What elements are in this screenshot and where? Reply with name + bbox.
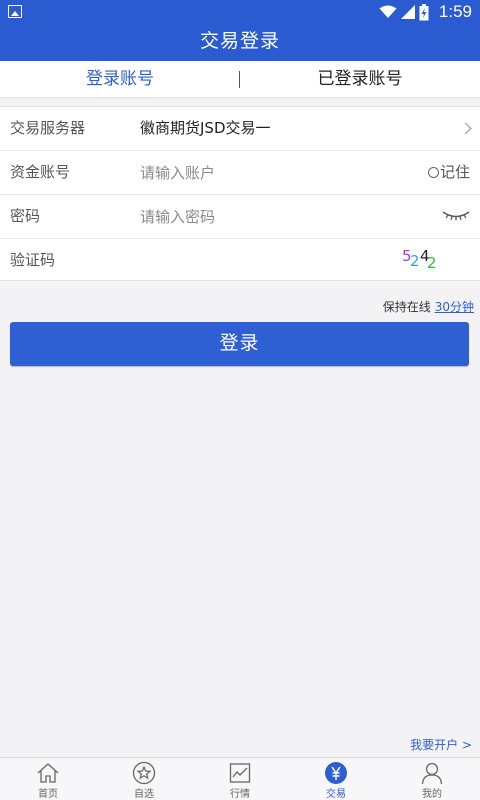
- nav-label-market: 行情: [230, 789, 250, 800]
- page-title: 交易登录: [0, 24, 480, 61]
- captcha-input[interactable]: [140, 248, 380, 274]
- server-row[interactable]: 交易服务器 徽商期货JSD交易一: [0, 107, 480, 151]
- captcha-label: 验证码: [10, 251, 56, 269]
- status-indicators: 1:59: [379, 2, 472, 22]
- captcha-digit: 2: [410, 252, 420, 270]
- signal-icon: [400, 5, 415, 19]
- nav-item-trade[interactable]: 交易: [288, 758, 384, 800]
- keep-online: 保持在线 30分钟: [383, 298, 474, 315]
- tab-login-account[interactable]: 登录账号: [0, 61, 240, 98]
- account-tabs: 登录账号 已登录账号: [0, 61, 480, 98]
- password-row: 密码: [0, 195, 480, 239]
- account-row: 资金账号 记住: [0, 151, 480, 195]
- account-label: 资金账号: [10, 163, 71, 181]
- server-label: 交易服务器: [10, 119, 86, 137]
- account-input[interactable]: [140, 160, 390, 186]
- status-bar: 1:59: [0, 0, 480, 24]
- eye-closed-icon[interactable]: [442, 210, 470, 222]
- wifi-icon: [379, 5, 397, 18]
- star-icon: [132, 761, 156, 785]
- login-button[interactable]: 登录: [10, 322, 469, 366]
- tab-logged-in-accounts[interactable]: 已登录账号: [240, 61, 480, 98]
- remember-account-toggle[interactable]: 记住: [427, 151, 470, 194]
- yen-icon: [325, 762, 347, 784]
- open-account-link[interactable]: 我要开户 >: [410, 736, 472, 753]
- chevron-right-icon: [464, 122, 472, 135]
- user-icon: [421, 762, 443, 785]
- gallery-notification-icon: [8, 5, 22, 18]
- nav-label-home: 首页: [38, 789, 58, 800]
- chart-icon: [229, 763, 251, 783]
- captcha-image[interactable]: 5 2 4 2: [402, 245, 442, 275]
- nav-item-me[interactable]: 我的: [384, 758, 480, 800]
- server-value: 徽商期货JSD交易一: [140, 119, 271, 137]
- nav-item-watchlist[interactable]: 自选: [96, 758, 192, 800]
- nav-label-watchlist: 自选: [134, 789, 154, 800]
- keep-online-duration-link[interactable]: 30分钟: [435, 300, 474, 314]
- nav-label-trade: 交易: [326, 789, 346, 800]
- nav-item-home[interactable]: 首页: [0, 758, 96, 800]
- password-label: 密码: [10, 207, 41, 225]
- radio-circle-icon: [427, 167, 439, 178]
- battery-charging-icon: [419, 3, 429, 20]
- captcha-digit: 2: [427, 254, 437, 272]
- remember-label: 记住: [439, 163, 470, 181]
- nav-label-me: 我的: [422, 789, 442, 800]
- login-form: 交易服务器 徽商期货JSD交易一 资金账号 记住 密码 验证码 5 2 4 2: [0, 106, 480, 281]
- nav-item-market[interactable]: 行情: [192, 758, 288, 800]
- home-icon: [37, 763, 59, 783]
- keep-online-label: 保持在线: [382, 300, 431, 314]
- password-input[interactable]: [140, 204, 390, 230]
- clock: 1:59: [438, 2, 472, 21]
- bottom-nav: 首页 自选 行情 交易 我的: [0, 757, 480, 800]
- captcha-row: 验证码 5 2 4 2: [0, 239, 480, 283]
